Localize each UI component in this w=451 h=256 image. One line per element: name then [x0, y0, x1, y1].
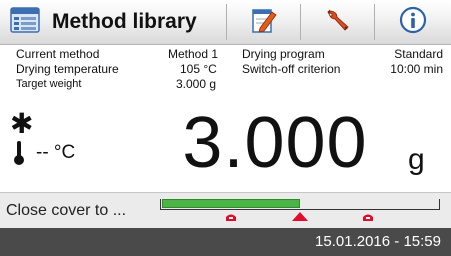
weight-unit: g [408, 143, 425, 176]
header-bar: Method library [0, 0, 451, 45]
drying-program-value: Standard [394, 47, 443, 61]
weight-display: ✱ -- °C 3.000 g [0, 100, 451, 192]
current-method-label: Current method [16, 47, 100, 61]
edit-icon [251, 6, 277, 39]
wrench-icon [325, 7, 351, 38]
drying-program-label: Drying program [242, 47, 325, 61]
lower-tolerance-marker-icon [226, 214, 236, 221]
weighing-progress-fill [162, 199, 300, 208]
target-weight-label: Target weight [16, 78, 82, 90]
temperature-readout: -- °C [36, 142, 76, 163]
drying-temperature-value: 105 °C [180, 62, 217, 76]
status-bar: Close cover to ... [0, 192, 451, 228]
target-marker-icon [292, 212, 308, 221]
page-title: Method library [52, 10, 197, 33]
info-button[interactable] [375, 0, 451, 44]
tolerance-markers [226, 212, 373, 221]
drying-temperature-label: Drying temperature [16, 62, 119, 76]
thermometer-icon [12, 140, 26, 171]
footer-bar: 15.01.2016 - 15:59 [0, 228, 451, 256]
datetime-display: 15.01.2016 - 15:59 [315, 233, 441, 250]
title-section[interactable]: Method library [0, 0, 226, 44]
status-message: Close cover to ... [6, 202, 127, 219]
weight-value: 3.000 [182, 103, 368, 183]
switch-off-value: 10:00 min [390, 62, 443, 76]
current-method-value: Method 1 [168, 47, 219, 61]
upper-tolerance-marker-icon [363, 214, 373, 221]
switch-off-label: Switch-off criterion [242, 62, 341, 76]
settings-button[interactable] [301, 0, 374, 44]
info-icon [399, 6, 427, 39]
method-info-panel: Current method Method 1 Drying program S… [0, 47, 451, 97]
stability-asterisk-icon: ✱ [10, 108, 34, 139]
target-weight-value: 3.000 g [176, 77, 217, 91]
edit-button[interactable] [227, 0, 300, 44]
library-icon [10, 6, 40, 38]
